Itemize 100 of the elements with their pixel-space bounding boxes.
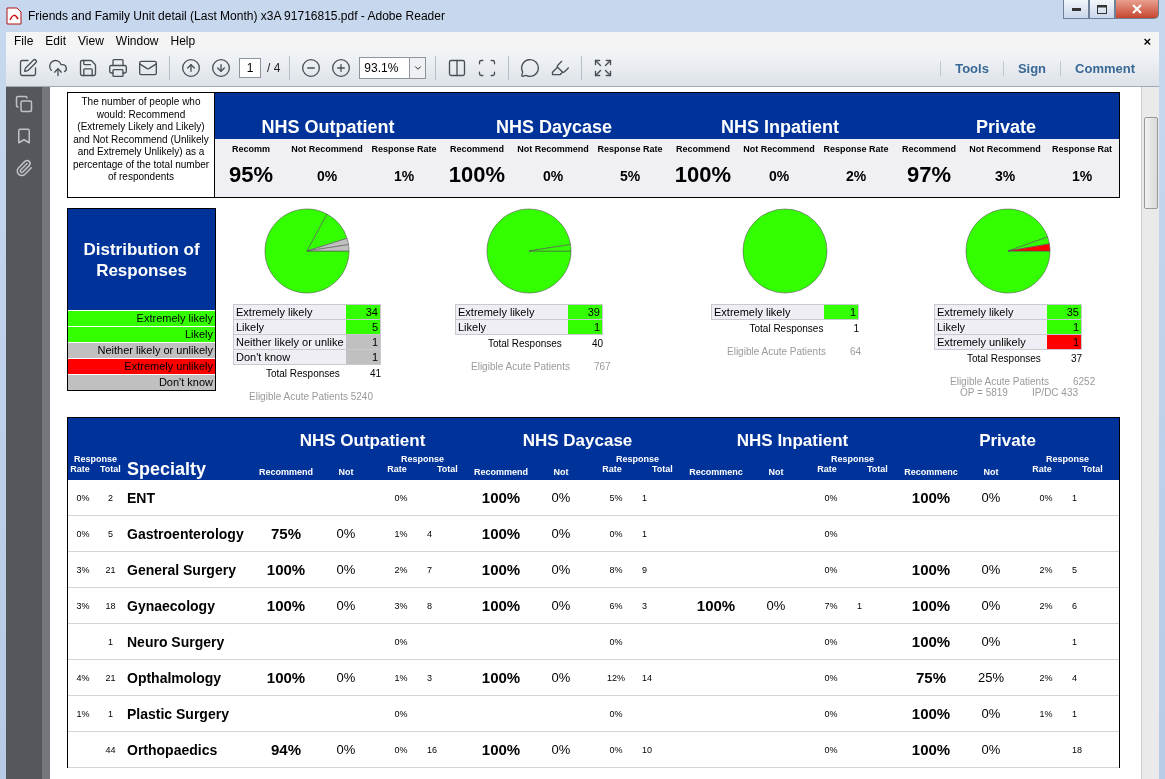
table-cell-text: 25% [977, 670, 1005, 685]
column-heading: Rate [387, 464, 407, 474]
table-cell-text: 0% [75, 528, 91, 539]
zoom-dropdown-button[interactable] [409, 57, 427, 79]
print-icon[interactable] [106, 56, 130, 80]
column-heading: Response Rate [371, 144, 437, 154]
menu-item[interactable]: View [72, 34, 110, 48]
paperclip-icon[interactable] [15, 159, 33, 177]
menu-item[interactable]: Window [109, 34, 165, 48]
table-cell-text: 1% [1038, 708, 1054, 719]
response-count: 1 [824, 305, 858, 319]
menu-item[interactable]: Help [164, 34, 202, 48]
section-title: Private [975, 117, 1036, 139]
menu-item[interactable]: File [8, 34, 40, 48]
summary-value: 5% [619, 168, 641, 184]
summary-value: 1% [1071, 168, 1093, 184]
column-heading: Not Recommend [517, 144, 589, 154]
table-cell-text: 1% [75, 708, 91, 719]
pages-icon[interactable] [15, 95, 33, 113]
previous-page-icon[interactable] [179, 56, 203, 80]
eligible-text: Eligible Acute Patients 5240 [249, 391, 373, 402]
column-heading: Response Rat [1052, 144, 1112, 154]
column-heading: Recommend [473, 467, 529, 479]
specialty-name: Neuro Surgery [126, 633, 226, 650]
zoom-field[interactable]: 93.1% [359, 57, 410, 79]
section-title: NHS Outpatient [298, 431, 427, 452]
response-label: Don't know [234, 350, 346, 364]
caret-icon [412, 63, 423, 73]
table-cell-text: 5 [1072, 564, 1078, 575]
table-cell-text: 0% [823, 564, 839, 575]
table-cell-text: 21 [104, 672, 117, 683]
table-cell-text: 0% [550, 526, 572, 541]
summary-value: 2% [845, 168, 867, 184]
toolbar-link[interactable]: Comment [1060, 60, 1149, 76]
response-label: Neither likely or unlike [234, 335, 346, 349]
table-cell-text: 75% [270, 525, 302, 542]
table-cell-text: 0% [823, 672, 839, 683]
scrollbar-thumb[interactable] [1143, 117, 1158, 209]
next-page-icon[interactable] [209, 56, 233, 80]
table-cell-text: 100% [910, 705, 952, 722]
toolbar-link[interactable]: Sign [1002, 60, 1061, 76]
legend-item: Extremely unlikely [68, 358, 215, 374]
toolbar-link[interactable]: Tools [940, 60, 1003, 76]
minimize-button[interactable] [1063, 0, 1089, 19]
response-count: 1 [346, 335, 380, 349]
close-document-button[interactable]: × [1135, 33, 1159, 49]
specialty-name: Orthopaedics [126, 741, 219, 758]
column-heading: Recommend [676, 144, 730, 154]
response-label: Extremely likely [456, 305, 568, 319]
table-cell-text: 0% [1038, 492, 1054, 503]
table-cell-text: 100% [910, 741, 952, 758]
legend-item: Likely [68, 326, 215, 342]
table-cell-text: 100% [480, 561, 522, 578]
summary-value: 100% [448, 162, 506, 188]
table-cell-text: 100% [480, 489, 522, 506]
table-cell-text: 0% [823, 636, 839, 647]
table-cell-text: 100% [265, 669, 307, 686]
response-count: 39 [568, 305, 602, 319]
maximize-button[interactable] [1089, 0, 1115, 19]
table-cell-text: 0% [393, 492, 409, 503]
column-heading: Recommend [258, 467, 314, 479]
table-cell-text: 94% [270, 741, 302, 758]
table-cell-text: 3% [75, 564, 91, 575]
menu-item[interactable]: Edit [39, 34, 73, 48]
page-number-field[interactable]: 1 [239, 58, 261, 78]
section-title: NHS Daycase [495, 117, 613, 139]
table-cell-text: 0% [823, 528, 839, 539]
response-count: 5 [346, 320, 380, 334]
column-heading: Recommenc [688, 467, 744, 479]
close-icon [1132, 4, 1142, 14]
response-label: Extremely likely [935, 305, 1047, 319]
table-cell-text: 1 [1072, 708, 1078, 719]
table-cell-text: 3% [75, 600, 91, 611]
table-cell-text: 1% [393, 672, 409, 683]
table-cell-text: 4 [427, 528, 433, 539]
table-cell-text: 4% [75, 672, 91, 683]
section-title: NHS Daycase [521, 431, 634, 452]
legend-item: Neither likely or unlikely [68, 342, 215, 358]
total-label: Total Responses [265, 368, 340, 379]
table-cell-text: 1 [1072, 492, 1078, 503]
response-count: 35 [1047, 305, 1081, 319]
distribution-title: Distribution of Responses [68, 209, 215, 310]
total-value: 40 [591, 338, 603, 349]
table-cell-text: 2 [107, 492, 114, 503]
table-cell-text: 1 [107, 708, 114, 719]
table-cell-text: 16 [427, 744, 438, 755]
bookmark-icon[interactable] [15, 127, 33, 145]
table-cell-text: 0% [823, 492, 839, 503]
legend-item: Extremely likely [68, 310, 215, 326]
column-heading: Recommenc [903, 467, 959, 479]
table-cell-text: 0% [393, 708, 409, 719]
table-cell-text: 0% [980, 742, 1002, 757]
column-heading: Not [552, 467, 570, 479]
specialty-name: Gynaecology [126, 597, 216, 614]
table-cell-text: 100% [480, 669, 522, 686]
close-button[interactable] [1115, 0, 1159, 19]
summary-value: 100% [674, 162, 732, 188]
summary-value: 1% [393, 168, 415, 184]
table-cell-text: 1 [642, 492, 648, 503]
table-cell-text: 0% [335, 598, 357, 613]
